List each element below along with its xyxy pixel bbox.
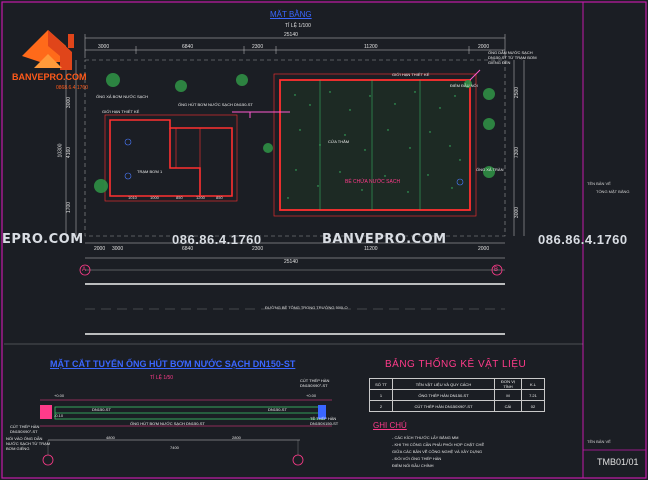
- table-cell: 7.21: [521, 389, 545, 401]
- road-label: ĐƯỜNG BÊ TÔNG TRONG TRƯỜNG 500LO: [265, 305, 348, 310]
- dim-left-0: 3000: [66, 96, 73, 109]
- dim-top-3: 11200: [364, 44, 378, 50]
- brand-name: BANVEPRO.COM: [12, 72, 87, 82]
- watermark-phone-left: 086.86.4.1760: [172, 232, 262, 247]
- section-dim-2: 7400: [170, 445, 179, 450]
- dim-right-1: 3000: [514, 206, 521, 219]
- materials-title: BẢNG THỐNG KÊ VẬT LIỆU: [385, 359, 527, 370]
- plan-scale: TỈ LỆ 1/100: [285, 23, 311, 29]
- dim-right-2: 7300: [514, 146, 521, 159]
- brand-phone: 0868.6.4.1760: [56, 85, 88, 91]
- note-item: - ĐỐI VỚI ỐNG THÉP HÀN: [392, 456, 442, 461]
- table-cell: M: [494, 389, 522, 401]
- dim-right-0: 2500: [514, 86, 521, 99]
- dim-total-bottom: 25140: [284, 259, 298, 265]
- section-title: MẶT CẮT TUYẾN ỐNG HÚT BƠM NƯỚC SẠCH DN15…: [50, 359, 296, 369]
- annotation-7: ỐNG XẢ TRÀN: [476, 167, 504, 172]
- dim-inner-2: 850: [176, 195, 183, 200]
- annotation-0: ỐNG XẢ BƠM NƯỚC SẠCH: [96, 94, 149, 99]
- dim-bottom-2: 6840: [182, 246, 194, 252]
- plan-title: MẶT BẰNG: [270, 10, 312, 19]
- note-item: - KHI THI CÔNG CẦN PHẢI PHỐI HỢP CHẶT CH…: [392, 442, 485, 447]
- tank-label: BỂ CHỨA NƯỚC SẠCH: [345, 179, 401, 185]
- drawing-code: TMB01/01: [597, 457, 639, 467]
- watermark-center: BANVEPRO.COM: [322, 232, 447, 247]
- table-cell: CÁI: [494, 400, 522, 412]
- dim-inner-1: 1000: [150, 195, 159, 200]
- axis-a-label: A: [82, 267, 87, 273]
- title-block-label-top: TÊN BẢN VẼ: [587, 181, 611, 186]
- section-scale: TỈ LỆ 1/50: [150, 375, 174, 381]
- dim-bottom-3: 2300: [252, 246, 264, 252]
- table-cell: ỐNG THÉP HÀN DN150-ST: [392, 389, 495, 401]
- pump-station-label: TRẠM BƠM 1: [137, 169, 163, 174]
- materials-header: SỐ TT: [369, 378, 393, 390]
- dim-inner-3: 1200: [196, 195, 205, 200]
- table-cell: 02: [521, 400, 545, 412]
- section-level-1: -0.10: [54, 413, 64, 418]
- table-cell: CÚT THÉP HÀN DN150X90°-ST: [392, 400, 495, 412]
- cad-drawing-canvas[interactable]: BANVEPRO.COM 0868.6.4.1760 MẶT BẰNG TỈ L…: [0, 0, 648, 480]
- annotation-1: GIỚI HẠN THIẾT KẾ: [102, 109, 140, 114]
- materials-header-row: SỐ TT TÊN VẬT LIỆU VÀ QUY CÁCH ĐƠN VỊ TÍ…: [369, 378, 545, 390]
- dim-bottom-4: 11200: [364, 246, 378, 252]
- section-label-0: CÚT THÉP HÀN DN150X90°-ST: [10, 424, 40, 434]
- title-block-label-top2: TỔNG MẶT BẰNG: [596, 189, 630, 194]
- materials-table: SỐ TT TÊN VẬT LIỆU VÀ QUY CÁCH ĐƠN VỊ TÍ…: [369, 378, 545, 412]
- section-marker-0: DN150-ST: [92, 407, 111, 412]
- watermark-left: EPRO.COM: [2, 232, 84, 247]
- section-marker-1: DN150-ST: [268, 407, 287, 412]
- dim-left-3: 10300: [57, 143, 64, 158]
- table-cell: 1: [369, 389, 393, 401]
- section-label-1: NỐI VÀO ỐNG DẪN NƯỚC SẠCH TỪ TRẠM BƠM GI…: [6, 436, 51, 451]
- note-item: - CÁC KÍCH THƯỚC LẤY BẰNG MM: [392, 435, 459, 440]
- section-label-2: CÚT THÉP HÀN DN150X90°-ST: [300, 378, 330, 388]
- section-label-4: ỐNG HÚT BƠM NƯỚC SẠCH DN150-ST: [130, 421, 205, 426]
- section-dim-0: 4800: [106, 435, 115, 440]
- section-label-3: TÊ THÉP HÀN DN150X150-ST: [310, 416, 339, 426]
- table-row: 2 CÚT THÉP HÀN DN150X90°-ST CÁI 02: [369, 400, 545, 412]
- notes-title: GHI CHÚ: [373, 421, 407, 430]
- brand-logo: [10, 12, 100, 96]
- dim-bottom-0: 2000: [94, 246, 106, 252]
- annotation-2: ỐNG HÚT BƠM NƯỚC SẠCH DN150-ST: [178, 102, 253, 107]
- dim-bottom-1: 3000: [112, 246, 124, 252]
- dim-top-0: 3000: [98, 44, 110, 50]
- section-level-2: +0.00: [306, 393, 317, 398]
- materials-header: K.L: [521, 378, 545, 390]
- annotation-5: ỐNG DẪN NƯỚC SẠCH DN150-ST TỪ TRẠM BƠM G…: [488, 50, 537, 66]
- materials-header: TÊN VẬT LIỆU VÀ QUY CÁCH: [392, 378, 495, 390]
- annotation-6: CỬA THĂM: [328, 139, 350, 144]
- dim-total-top: 25140: [284, 32, 298, 38]
- dim-left-2: 4160: [66, 146, 73, 159]
- dim-inner-4: 850: [216, 195, 223, 200]
- watermark-phone-right: 086.86.4.1760: [538, 232, 628, 247]
- section-dim-1: 2800: [232, 435, 241, 440]
- section-level-0: +0.00: [54, 393, 65, 398]
- dim-inner-0: 1010: [128, 195, 137, 200]
- annotation-4: ĐIỂM ĐẦU NỐI: [450, 83, 478, 88]
- note-item: ĐIỂM NỐI ĐẦU CHÍNH: [392, 463, 434, 468]
- dim-bottom-5: 2000: [478, 246, 490, 252]
- axis-b-label: B: [494, 267, 499, 273]
- annotation-3: GIỚI HẠN THIẾT KẾ: [392, 72, 430, 77]
- table-row: 1 ỐNG THÉP HÀN DN150-ST M 7.21: [369, 389, 545, 401]
- dim-top-1: 6840: [182, 44, 194, 50]
- dim-left-1: 1700: [66, 201, 73, 214]
- materials-header: ĐƠN VỊ TÍNH: [494, 378, 522, 390]
- title-block-label-bottom: TÊN BẢN VẼ: [587, 439, 611, 444]
- note-item: GIỮA CÁC BẢN VẼ CÔNG NGHỆ VÀ XÂY DỰNG: [392, 449, 483, 454]
- dim-top-2: 2300: [252, 44, 264, 50]
- table-cell: 2: [369, 400, 393, 412]
